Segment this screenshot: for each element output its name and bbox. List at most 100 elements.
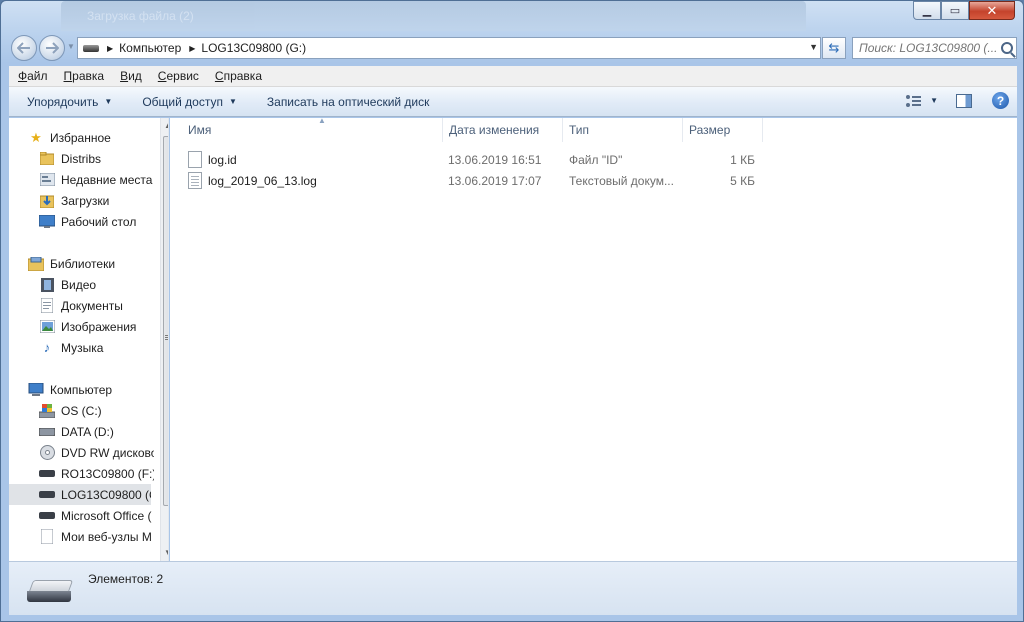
menu-edit[interactable]: Правка (55, 69, 112, 83)
nav-item-label: Видео (61, 277, 97, 292)
close-button[interactable]: ✕ (969, 1, 1015, 20)
menu-view-accel: В (120, 69, 129, 83)
share-button[interactable]: Общий доступ ▼ (142, 95, 237, 109)
column-header-date[interactable]: Дата изменения (443, 118, 563, 142)
search-input[interactable] (859, 41, 999, 55)
forward-button[interactable] (39, 35, 65, 61)
scroll-down-arrow-icon[interactable]: ▼ (164, 548, 168, 557)
address-dropdown-button[interactable]: ▼ (809, 42, 818, 52)
nav-item-web-sites[interactable]: Мои веб-узлы М (9, 526, 154, 547)
scroll-up-arrow-icon[interactable]: ▲ (164, 121, 168, 130)
file-row[interactable]: log.id 13.06.2019 16:51 Файл "ID" 1 КБ (188, 149, 768, 170)
file-row[interactable]: log_2019_06_13.log 13.06.2019 17:07 Текс… (188, 170, 768, 191)
column-date-label: Дата изменения (449, 123, 540, 137)
file-size: 5 КБ (730, 173, 755, 188)
document-icon (39, 529, 55, 545)
sort-ascending-icon: ▲ (318, 116, 326, 125)
grip-icon (165, 335, 168, 341)
refresh-button[interactable]: ⇆ (822, 37, 846, 59)
help-icon[interactable]: ? (992, 92, 1009, 109)
documents-icon (39, 298, 55, 314)
nav-item-office[interactable]: Microsoft Office ( (9, 505, 154, 526)
nav-item-recent-places[interactable]: Недавние места (9, 169, 154, 190)
file-list: Имя ▲ Дата изменения Тип Размер log.id 1… (170, 116, 1017, 561)
nav-item-pictures[interactable]: Изображения (9, 316, 154, 337)
nav-item-documents[interactable]: Документы (9, 295, 154, 316)
preview-pane-icon[interactable] (956, 93, 972, 108)
file-date: 13.06.2019 16:51 (448, 152, 542, 167)
nav-item-label: DVD RW дисково (61, 445, 154, 460)
nav-item-label: Изображения (61, 319, 137, 334)
drive-icon (39, 508, 55, 524)
nav-item-label: Недавние места (61, 172, 153, 187)
menu-tools[interactable]: Сервис (149, 69, 206, 83)
column-headers: Имя ▲ Дата изменения Тип Размер (170, 116, 770, 142)
nav-item-drive-d[interactable]: DATA (D:) (9, 421, 154, 442)
arrow-left-icon (17, 42, 30, 54)
video-icon (39, 277, 55, 293)
menu-help-accel: С (214, 69, 224, 83)
nav-item-video[interactable]: Видео (9, 274, 154, 295)
search-box[interactable] (852, 37, 1017, 59)
search-icon[interactable] (1001, 42, 1013, 54)
nav-item-label: Документы (61, 298, 123, 313)
nav-item-drive-f[interactable]: RO13C09800 (F:) (9, 463, 154, 484)
breadcrumb-separator[interactable]: ▶ (189, 44, 195, 53)
nav-libraries-label: Библиотеки (50, 256, 116, 271)
nav-item-label: OS (C:) (61, 403, 102, 418)
menu-help[interactable]: Справка (206, 69, 269, 83)
menu-file[interactable]: Файл (9, 69, 55, 83)
menu-file-label: айл (27, 69, 48, 83)
drive-base (27, 591, 71, 602)
breadcrumb-computer[interactable]: Компьютер (119, 41, 181, 55)
column-size-label: Размер (689, 123, 731, 137)
file-date: 13.06.2019 17:07 (448, 173, 542, 188)
file-name-cell: log.id (188, 149, 237, 170)
nav-item-drive-c[interactable]: OS (C:) (9, 400, 154, 421)
library-icon (28, 256, 44, 272)
nav-item-music[interactable]: ♪ Музыка (9, 337, 154, 358)
nav-libraries[interactable]: Библиотеки (9, 253, 154, 274)
address-bar[interactable]: ▶ Компьютер ▶ LOG13C09800 (G:) ▼ (77, 37, 821, 59)
nav-item-drive-g[interactable]: LOG13C09800 (G: (9, 484, 151, 505)
nav-item-label: DATA (D:) (61, 424, 114, 439)
menu-view[interactable]: Вид (111, 69, 149, 83)
file-type: Текстовый докум... (569, 173, 674, 188)
nav-favorites[interactable]: ★ Избранное (9, 127, 154, 148)
file-size: 1 КБ (730, 152, 755, 167)
view-controls: ▼ ? (906, 92, 1009, 109)
computer-icon (28, 382, 44, 398)
change-view-icon[interactable] (906, 94, 922, 107)
nav-item-label: Музыка (61, 340, 104, 355)
breadcrumb-separator[interactable]: ▶ (107, 44, 113, 53)
minimize-button[interactable]: ▁ (913, 1, 941, 20)
nav-item-label: RO13C09800 (F:) (61, 466, 154, 481)
drive-icon (39, 466, 55, 482)
view-options-dropdown[interactable]: ▼ (930, 96, 938, 105)
column-header-size[interactable]: Размер (683, 118, 763, 142)
column-header-name[interactable]: Имя ▲ (182, 116, 443, 142)
burn-disc-button[interactable]: Записать на оптический диск (267, 95, 430, 109)
nav-item-distribs[interactable]: Distribs (9, 148, 154, 169)
downloads-icon (39, 193, 55, 209)
nav-item-desktop[interactable]: Рабочий стол (9, 211, 154, 232)
breadcrumb-drive[interactable]: LOG13C09800 (G:) (201, 41, 306, 55)
maximize-button[interactable]: ▭ (941, 1, 969, 20)
back-button[interactable] (11, 35, 37, 61)
background-window-titlebar: Загрузка файла (2) (61, 1, 806, 31)
organize-button[interactable]: Упорядочить ▼ (27, 95, 112, 109)
nav-item-dvd[interactable]: DVD RW дисково (9, 442, 154, 463)
burn-disc-label: Записать на оптический диск (266, 94, 430, 109)
menu-edit-label: равка (72, 69, 105, 83)
column-header-type[interactable]: Тип (563, 118, 683, 142)
scroll-thumb[interactable] (163, 136, 168, 506)
drive-icon (39, 487, 55, 503)
recent-places-icon (39, 172, 55, 188)
nav-computer[interactable]: Компьютер (9, 379, 154, 400)
recent-pages-dropdown[interactable]: ▼ (67, 42, 75, 51)
nav-item-downloads[interactable]: Загрузки (9, 190, 154, 211)
menu-bar: Файл Правка Вид Сервис Справка (9, 66, 1017, 87)
nav-scrollbar[interactable]: ▲ ▼ (160, 118, 168, 561)
nav-item-label: Distribs (61, 151, 102, 166)
menu-file-accel: Ф (18, 69, 28, 83)
